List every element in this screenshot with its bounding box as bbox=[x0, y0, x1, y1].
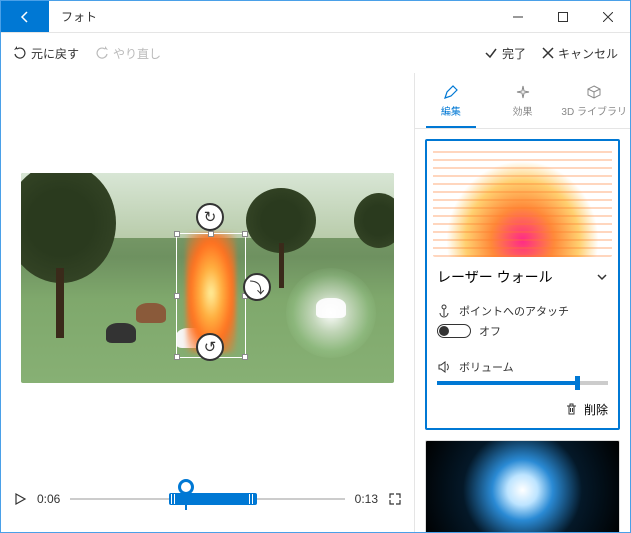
pencil-icon bbox=[443, 84, 459, 100]
back-button[interactable] bbox=[1, 1, 49, 32]
undo-label: 元に戻す bbox=[31, 45, 79, 62]
timeline-playhead[interactable] bbox=[178, 479, 194, 495]
tab-effects[interactable]: 効果 bbox=[487, 73, 559, 128]
done-label: 完了 bbox=[502, 45, 526, 62]
done-button[interactable]: 完了 bbox=[484, 45, 526, 62]
trash-icon bbox=[565, 403, 578, 416]
cube-icon bbox=[586, 84, 602, 100]
scene-tree bbox=[354, 193, 394, 248]
tab-edit[interactable]: 編集 bbox=[415, 73, 487, 128]
cancel-label: キャンセル bbox=[558, 45, 618, 62]
effect-name: レーザー ウォール bbox=[437, 267, 553, 287]
titlebar-spacer bbox=[109, 1, 495, 32]
total-time: 0:13 bbox=[355, 492, 378, 506]
toggle-state: オフ bbox=[479, 323, 501, 339]
delete-effect-button[interactable]: 削除 bbox=[427, 395, 618, 428]
resize-handle[interactable] bbox=[174, 231, 180, 237]
cancel-button[interactable]: キャンセル bbox=[542, 45, 618, 62]
close-button[interactable] bbox=[585, 1, 630, 32]
anchor-icon bbox=[437, 304, 451, 318]
scene-trunk bbox=[279, 243, 284, 288]
resize-handle[interactable] bbox=[174, 354, 180, 360]
collapse-icon[interactable] bbox=[596, 271, 608, 283]
tab-effects-label: 効果 bbox=[513, 103, 533, 118]
volume-thumb[interactable] bbox=[575, 376, 580, 390]
video-frame[interactable]: ↻ ⤵ ↺ bbox=[21, 173, 394, 383]
redo-label: やり直し bbox=[113, 45, 161, 62]
redo-button[interactable]: やり直し bbox=[95, 45, 161, 62]
rotate-z-button[interactable]: ↻ bbox=[196, 203, 224, 231]
tab-3d-label: 3D ライブラリ bbox=[561, 103, 627, 118]
check-icon bbox=[484, 46, 498, 60]
attach-toggle[interactable] bbox=[437, 324, 471, 338]
rotate-y-button[interactable]: ⤵ bbox=[243, 273, 271, 301]
preview-pane: ↻ ⤵ ↺ 0:06 0:13 bbox=[1, 73, 414, 532]
play-button[interactable] bbox=[13, 492, 27, 506]
preview-area[interactable]: ↻ ⤵ ↺ bbox=[13, 73, 402, 474]
volume-icon bbox=[437, 360, 451, 374]
resize-handle[interactable] bbox=[174, 293, 180, 299]
timeline-clip[interactable] bbox=[169, 493, 257, 505]
timeline[interactable] bbox=[70, 487, 344, 511]
resize-handle[interactable] bbox=[242, 354, 248, 360]
minimize-button[interactable] bbox=[495, 1, 540, 32]
effect-card[interactable] bbox=[425, 440, 620, 532]
tab-3d-library[interactable]: 3D ライブラリ bbox=[558, 73, 630, 128]
resize-handle[interactable] bbox=[208, 231, 214, 237]
rotate-x-button[interactable]: ↺ bbox=[196, 333, 224, 361]
x-icon bbox=[542, 47, 554, 59]
volume-label: ボリューム bbox=[459, 359, 514, 375]
scene-dog bbox=[106, 323, 136, 343]
effect-thumbnail bbox=[433, 147, 612, 257]
app-title: フォト bbox=[49, 1, 109, 32]
undo-button[interactable]: 元に戻す bbox=[13, 45, 79, 62]
scene-trunk bbox=[56, 268, 64, 338]
scene-dog bbox=[136, 303, 166, 323]
fullscreen-button[interactable] bbox=[388, 492, 402, 506]
effect-card-selected[interactable]: レーザー ウォール ポイントへのアタッチ オフ bbox=[425, 139, 620, 430]
attach-label: ポイントへのアタッチ bbox=[459, 303, 569, 319]
sparkle-icon bbox=[515, 84, 531, 100]
resize-handle[interactable] bbox=[242, 231, 248, 237]
scene-tree bbox=[21, 173, 116, 283]
delete-label: 削除 bbox=[584, 401, 608, 418]
maximize-button[interactable] bbox=[540, 1, 585, 32]
volume-slider[interactable] bbox=[437, 381, 608, 385]
effect-glow bbox=[286, 268, 376, 358]
current-time: 0:06 bbox=[37, 492, 60, 506]
volume-fill bbox=[437, 381, 577, 385]
redo-icon bbox=[95, 46, 109, 60]
side-panel: 編集 効果 3D ライブラリ レーザー ウォール bbox=[414, 73, 630, 532]
tab-edit-label: 編集 bbox=[441, 103, 461, 118]
undo-icon bbox=[13, 46, 27, 60]
